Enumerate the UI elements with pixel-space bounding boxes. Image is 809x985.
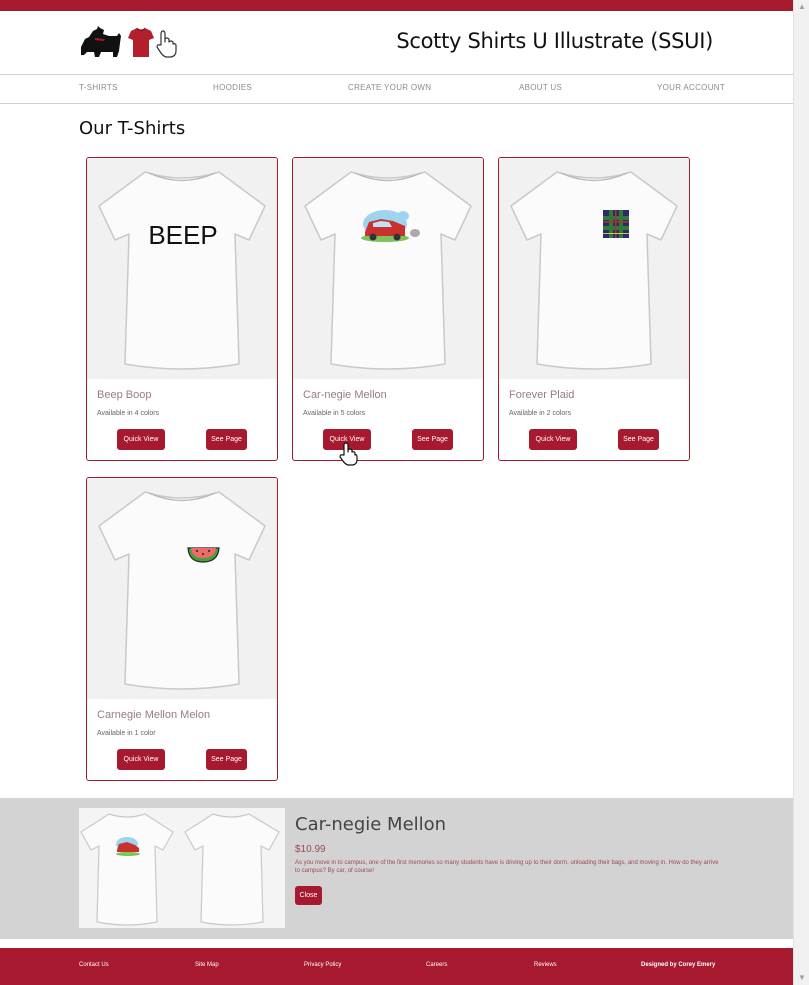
site-footer: Contact Us Site Map Privacy Policy Caree…	[0, 948, 793, 985]
quick-view-panel: Car-negie Mellon $10.99 As you move in t…	[0, 798, 793, 939]
product-image[interactable]	[293, 158, 483, 379]
nav-item-create-your-own[interactable]: CREATE YOUR OWN	[348, 83, 431, 92]
pointing-hand-icon	[156, 30, 177, 58]
product-availability: Available in 4 colors	[97, 410, 160, 417]
vertical-scrollbar[interactable]: ▲ ▼	[793, 0, 809, 985]
nav-item-about-us[interactable]: ABOUT US	[519, 83, 562, 92]
page-title: Our T-Shirts	[79, 118, 186, 139]
close-button[interactable]: Close	[295, 886, 322, 905]
product-image[interactable]	[87, 478, 277, 699]
product-availability: Available in 2 colors	[509, 410, 572, 417]
product-card: Car-negie Mellon Available in 5 colors Q…	[292, 157, 484, 461]
product-name: Beep Boop	[97, 389, 152, 401]
quick-view-button[interactable]: Quick View	[117, 749, 165, 770]
nav-item-hoodies[interactable]: HOODIES	[213, 83, 252, 92]
product-card: Forever Plaid Available in 2 colors Quic…	[498, 157, 690, 461]
footer-credit: Designed by Corey Emery	[641, 962, 716, 968]
nav-item-t-shirts[interactable]: T-SHIRTS	[79, 83, 118, 92]
footer-link-privacy-policy[interactable]: Privacy Policy	[304, 962, 341, 968]
plaid-pocket-icon	[603, 210, 629, 238]
shirt-print-text: BEEP	[148, 220, 217, 250]
quick-view-price: $10.99	[295, 844, 326, 855]
product-name: Forever Plaid	[509, 389, 575, 401]
product-availability: Available in 5 colors	[303, 410, 366, 417]
site-header: Scotty Shirts U Illustrate (SSUI)	[0, 11, 793, 74]
quick-view-button[interactable]: Quick View	[529, 429, 577, 450]
see-page-button[interactable]: See Page	[206, 749, 247, 770]
product-image[interactable]	[499, 158, 689, 379]
see-page-button[interactable]: See Page	[206, 429, 247, 450]
footer-link-site-map[interactable]: Site Map	[195, 962, 219, 968]
see-page-button[interactable]: See Page	[412, 429, 453, 450]
product-availability: Available in 1 color	[97, 730, 156, 737]
quick-view-title: Car-negie Mellon	[295, 814, 447, 835]
footer-link-reviews[interactable]: Reviews	[534, 962, 557, 968]
footer-link-contact-us[interactable]: Contact Us	[79, 962, 109, 968]
top-accent-stripe	[0, 0, 793, 11]
quick-view-image	[79, 808, 285, 928]
scroll-down-icon[interactable]: ▼	[794, 971, 809, 985]
hand-cursor-icon	[339, 442, 358, 466]
product-card: Carnegie Mellon Melon Available in 1 col…	[86, 477, 278, 781]
see-page-button[interactable]: See Page	[618, 429, 659, 450]
main-nav: T-SHIRTS HOODIES CREATE YOUR OWN ABOUT U…	[0, 74, 793, 104]
site-title: Scotty Shirts U Illustrate (SSUI)	[396, 29, 713, 53]
scottie-dog-icon	[81, 26, 121, 57]
quick-view-button[interactable]: Quick View	[117, 429, 165, 450]
product-image[interactable]: BEEP	[87, 158, 277, 379]
nav-item-your-account[interactable]: YOUR ACCOUNT	[657, 83, 725, 92]
product-name: Carnegie Mellon Melon	[97, 709, 211, 721]
site-logo[interactable]	[79, 25, 179, 61]
product-card: BEEP Beep Boop Available in 4 colors Qui…	[86, 157, 278, 461]
quick-view-description: As you move in to campus, one of the fir…	[295, 860, 719, 874]
product-name: Car-negie Mellon	[303, 389, 387, 401]
footer-link-careers[interactable]: Careers	[426, 962, 447, 968]
shirt-icon	[128, 27, 154, 57]
scroll-up-icon[interactable]: ▲	[794, 0, 809, 14]
